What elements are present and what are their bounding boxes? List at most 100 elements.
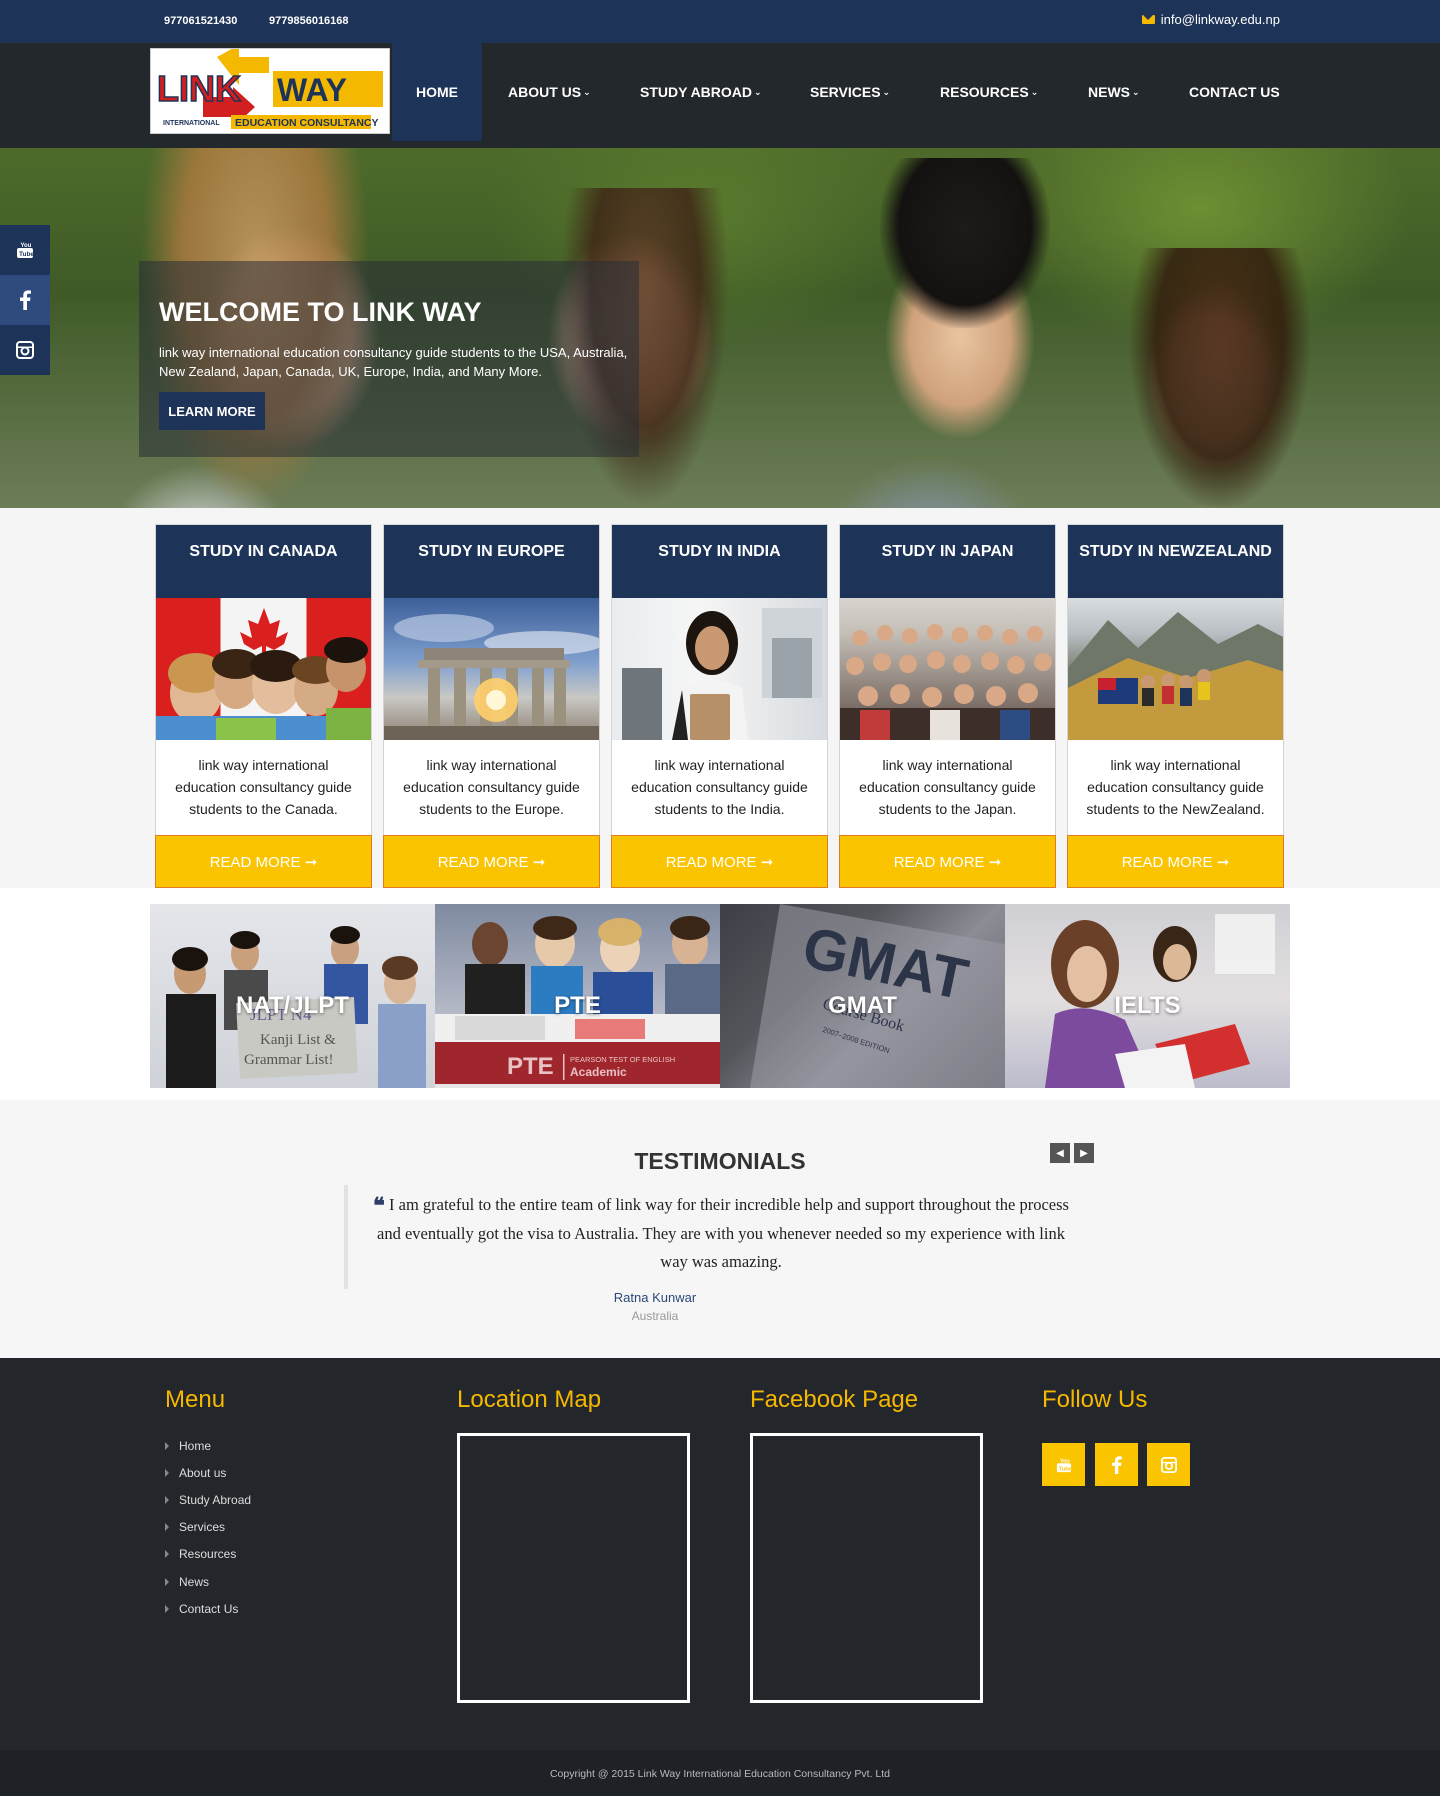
test-pte[interactable]: PTE PEARSON TEST OF ENGLISH Academic PTE	[435, 904, 720, 1088]
test-ielts[interactable]: IELTS	[1005, 904, 1290, 1088]
svg-text:Tube: Tube	[19, 251, 34, 258]
instagram-icon[interactable]	[0, 325, 50, 375]
logo-tagline-small: INTERNATIONAL	[163, 120, 220, 127]
nav-contact-us-label: CONTACT US	[1189, 84, 1280, 100]
test-label: IELTS	[1114, 992, 1181, 1019]
email-link[interactable]: info@linkway.edu.np	[1141, 12, 1280, 27]
nav-about-us-label: ABOUT US	[508, 84, 582, 100]
hero-caption-box: WELCOME TO LINK WAY link way internation…	[139, 261, 639, 457]
footer-menu: Home About us Study Abroad Services Reso…	[165, 1432, 251, 1622]
logo-text-way: WAY	[277, 72, 347, 108]
nav-resources[interactable]: RESOURCES ⌄	[916, 43, 1062, 141]
testimonial-country: Australia	[631, 1309, 679, 1323]
footer-link-study-abroad[interactable]: Study Abroad	[165, 1486, 251, 1513]
nav-services[interactable]: SERVICES ⌄	[786, 43, 914, 141]
logo-graphic: LINK WAY INTERNATIONAL EDUCATION CONSULT…	[156, 49, 383, 129]
read-more-button[interactable]: READ MORE ➞	[839, 835, 1056, 888]
card-title: STUDY IN NEWZEALAND	[1068, 525, 1283, 598]
test-label: GMAT	[828, 992, 897, 1019]
footer-facebook-title: Facebook Page	[750, 1386, 919, 1413]
youtube-icon[interactable]: You Tube	[0, 225, 50, 275]
jlpt-sign-line3: Grammar List!	[244, 1052, 334, 1068]
footer-link-home[interactable]: Home	[165, 1432, 251, 1459]
top-bar: 977061521430 9779856016168 info@linkway.…	[0, 0, 1440, 43]
footer-link-services[interactable]: Services	[165, 1514, 251, 1541]
card-title: STUDY IN EUROPE	[384, 525, 599, 598]
svg-text:You: You	[1060, 1458, 1070, 1464]
testimonial-quote: ❝ I am grateful to the entire team of li…	[344, 1185, 1094, 1289]
chevron-down-icon: ⌄	[754, 86, 762, 97]
card-title: STUDY IN INDIA	[612, 525, 827, 598]
canada-photo	[156, 598, 371, 740]
hero-photo-person-3	[880, 158, 1050, 328]
copyright-text: Copyright @ 2015 Link Way International …	[549, 1768, 891, 1780]
pte-banner-line2: Academic	[570, 1065, 627, 1079]
learn-more-button[interactable]: LEARN MORE	[159, 392, 265, 430]
testimonial-nav: ◀ ▶	[1050, 1143, 1094, 1163]
quote-icon: ❝	[373, 1193, 385, 1219]
newzealand-photo	[1068, 598, 1283, 740]
card-study-japan: STUDY IN JAPAN link way international ed…	[839, 524, 1056, 888]
pte-banner-logo: PTE	[507, 1053, 554, 1080]
card-description: link way international education consult…	[175, 757, 352, 817]
footer-link-about-us[interactable]: About us	[165, 1459, 251, 1486]
facebook-page-frame[interactable]	[750, 1433, 983, 1703]
study-destinations: STUDY IN CANADA link way international e…	[0, 522, 1440, 888]
phone-number-1: 977061521430	[164, 15, 238, 27]
jlpt-sign-line2: Kanji List &	[260, 1032, 336, 1048]
test-nat-jlpt[interactable]: JLPT N4 Kanji List & Grammar List! NAT/J…	[150, 904, 435, 1088]
location-map-frame[interactable]	[457, 1433, 690, 1703]
footer-menu-title: Menu	[165, 1386, 226, 1413]
nav-study-abroad-label: STUDY ABROAD	[640, 84, 753, 100]
card-study-india: STUDY IN INDIA link way international ed…	[611, 524, 828, 888]
testimonials-section: TESTIMONIALS ◀ ▶ ❝ I am grateful to the …	[0, 1100, 1440, 1358]
chevron-down-icon: ⌄	[1132, 86, 1140, 97]
nav-resources-label: RESOURCES	[940, 84, 1029, 100]
read-more-button[interactable]: READ MORE ➞	[1067, 835, 1284, 888]
read-more-button[interactable]: READ MORE ➞	[383, 835, 600, 888]
testimonial-text: I am grateful to the entire team of link…	[377, 1195, 1069, 1271]
nav-news[interactable]: NEWS ⌄	[1064, 43, 1164, 141]
copyright-bar: Copyright @ 2015 Link Way International …	[0, 1750, 1440, 1796]
email-text: info@linkway.edu.np	[1160, 12, 1280, 27]
testimonial-author: Ratna Kunwar	[613, 1290, 697, 1305]
chevron-down-icon: ⌄	[1030, 86, 1039, 97]
card-description: link way international education consult…	[631, 757, 808, 817]
read-more-button[interactable]: READ MORE ➞	[155, 835, 372, 888]
instagram-icon[interactable]	[1147, 1443, 1190, 1486]
card-study-canada: STUDY IN CANADA link way international e…	[155, 524, 372, 888]
read-more-button[interactable]: READ MORE ➞	[611, 835, 828, 888]
footer-link-news[interactable]: News	[165, 1568, 251, 1595]
card-description: link way international education consult…	[859, 757, 1036, 817]
youtube-icon[interactable]: You Tube	[1042, 1443, 1085, 1486]
nav-news-label: NEWS	[1088, 84, 1130, 100]
test-gmat[interactable]: GMAT Course Book 2007–2008 EDITION GMAT	[720, 904, 1005, 1088]
test-label: PTE	[554, 992, 601, 1019]
footer-follow-title: Follow Us	[1042, 1386, 1148, 1413]
footer-link-contact-us[interactable]: Contact Us	[165, 1595, 251, 1622]
nav-contact-us[interactable]: CONTACT US	[1165, 43, 1304, 141]
phone-number-2: 9779856016168	[269, 15, 349, 27]
chevron-down-icon: ⌄	[583, 86, 591, 97]
hero-title: WELCOME TO LINK WAY	[159, 297, 482, 327]
hero-text: link way international education consult…	[159, 345, 628, 379]
side-social-bar: You Tube	[0, 225, 50, 375]
logo-text-link: LINK	[157, 68, 241, 109]
nav-home-label: HOME	[416, 84, 458, 100]
card-study-newzealand: STUDY IN NEWZEALAND link way internation…	[1067, 524, 1284, 888]
next-arrow-icon[interactable]: ▶	[1074, 1143, 1094, 1163]
europe-photo	[384, 598, 599, 740]
facebook-icon[interactable]	[1095, 1443, 1138, 1486]
prev-arrow-icon[interactable]: ◀	[1050, 1143, 1070, 1163]
nav-services-label: SERVICES	[810, 84, 881, 100]
card-title: STUDY IN JAPAN	[840, 525, 1055, 598]
main-navbar: LINK WAY INTERNATIONAL EDUCATION CONSULT…	[0, 43, 1440, 148]
testimonials-title: TESTIMONIALS	[634, 1148, 806, 1174]
nav-home[interactable]: HOME	[392, 43, 482, 141]
envelope-icon	[1141, 15, 1155, 24]
nav-about-us[interactable]: ABOUT US ⌄	[484, 43, 615, 141]
facebook-icon[interactable]	[0, 275, 50, 325]
footer-link-resources[interactable]: Resources	[165, 1541, 251, 1568]
nav-study-abroad[interactable]: STUDY ABROAD ⌄	[616, 43, 786, 141]
logo[interactable]: LINK WAY INTERNATIONAL EDUCATION CONSULT…	[150, 48, 390, 134]
